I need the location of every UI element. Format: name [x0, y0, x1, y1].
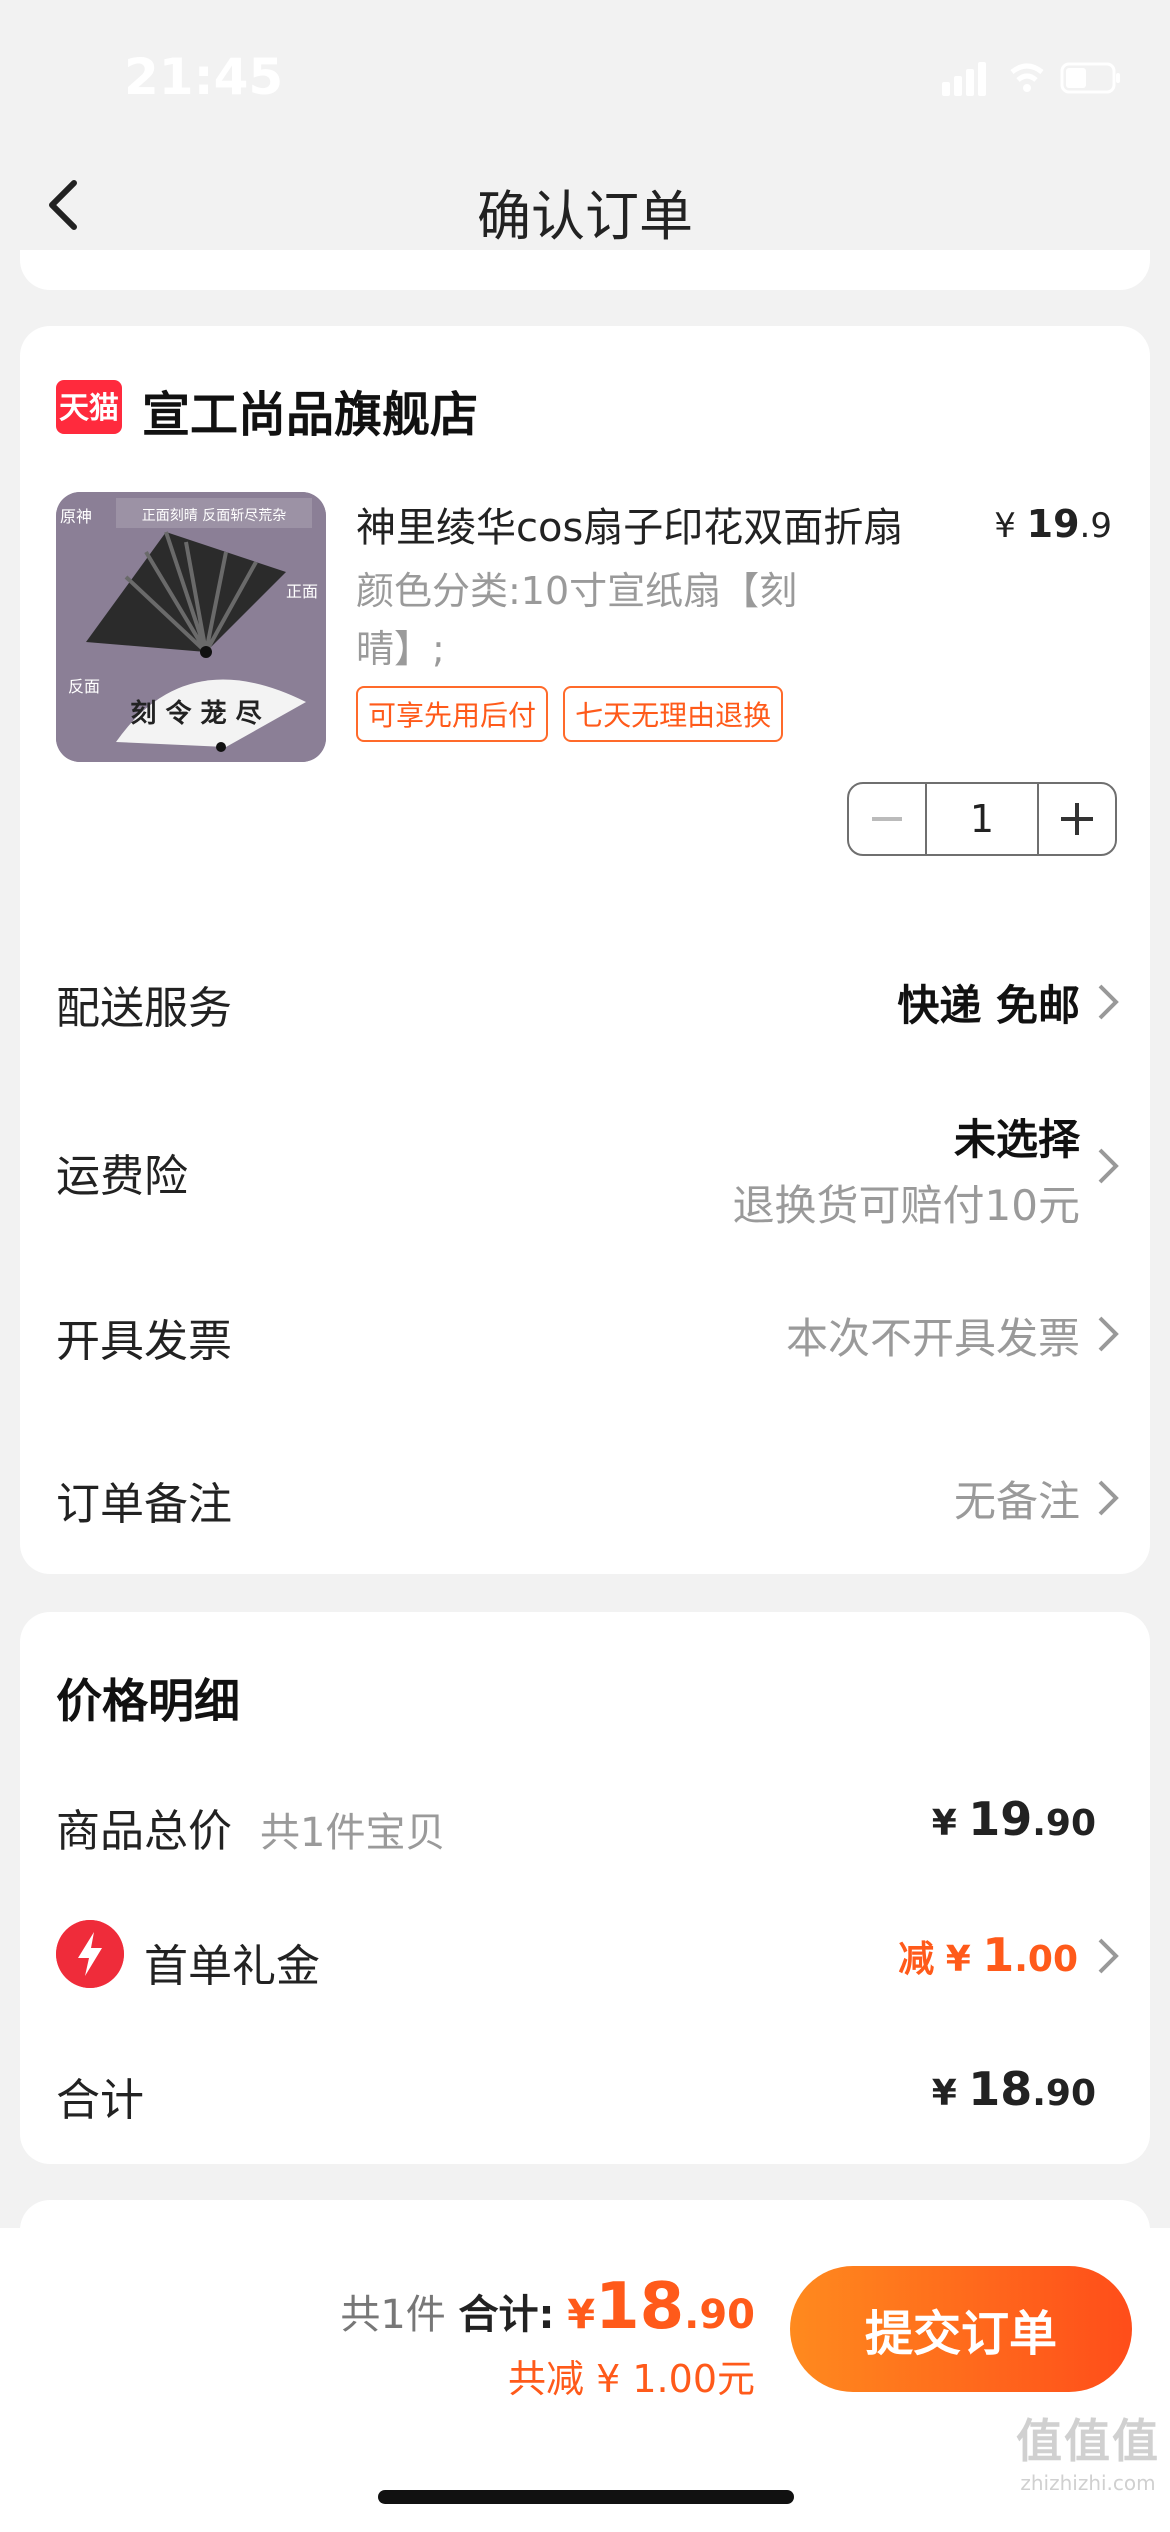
image-top-text: 正面刻晴 反面斩尽荒杂: [142, 508, 286, 524]
remark-label: 订单备注: [56, 1479, 232, 1530]
quantity-value[interactable]: 1: [925, 784, 1039, 854]
goods-total-label: 商品总价 共1件宝贝: [56, 1806, 446, 1857]
insurance-label: 运费险: [56, 1151, 188, 1202]
svg-text:刻 令 茏 尽: 刻 令 茏 尽: [130, 698, 262, 729]
bottom-total: 共1件 合计: ¥18.90: [340, 2270, 755, 2344]
page-title: 确认订单: [477, 185, 693, 248]
tmall-logo: 天猫: [56, 380, 122, 434]
product-tags: 可享先用后付 七天无理由退换: [356, 686, 793, 742]
product-spec[interactable]: 颜色分类:10寸宣纸扇【刻晴】;: [356, 562, 876, 678]
lightning-icon: [56, 1920, 124, 1988]
bottom-discount: 共减 ¥ 1.00元: [508, 2357, 755, 2401]
image-front-text: 正面: [286, 582, 318, 601]
increase-button[interactable]: [1039, 784, 1115, 854]
delivery-label: 配送服务: [56, 983, 232, 1034]
product-title[interactable]: 神里绫华cos扇子印花双面折扇: [356, 495, 903, 553]
total-label: 合计: [56, 2075, 144, 2126]
shop-name[interactable]: 宣工尚品旗舰店: [142, 375, 478, 445]
home-indicator[interactable]: [378, 2490, 794, 2504]
quantity-stepper: 1: [847, 782, 1117, 856]
insurance-value[interactable]: 未选择: [954, 1106, 1080, 1167]
first-order-amount[interactable]: 减 ¥ 1.00: [898, 1928, 1078, 1982]
image-back-text: 反面: [68, 677, 100, 696]
tag-seven-day-return: 七天无理由退换: [563, 686, 784, 742]
product-price: ¥ 19.9: [994, 502, 1112, 546]
submit-order-button[interactable]: 提交订单: [790, 2266, 1132, 2392]
goods-count: 共1件宝贝: [260, 1810, 446, 1856]
invoice-value[interactable]: 本次不开具发票: [786, 1305, 1080, 1366]
image-game-text: 原神: [60, 507, 92, 526]
chevron-right-icon[interactable]: [1096, 1314, 1120, 1354]
status-time: 21:45: [124, 48, 284, 106]
product-image[interactable]: 正面刻晴 反面斩尽荒杂 原神 刻 令 茏 尽 正面 反面: [56, 492, 326, 762]
remark-value[interactable]: 无备注: [954, 1468, 1080, 1529]
insurance-subtext: 退换货可赔付10元: [732, 1181, 1080, 1230]
tag-pay-later: 可享先用后付: [356, 686, 549, 742]
price-detail-title: 价格明细: [56, 1674, 240, 1728]
status-icons: [942, 62, 1120, 96]
first-order-label: 首单礼金: [144, 1941, 320, 1992]
chevron-right-icon[interactable]: [1096, 1478, 1120, 1518]
chevron-right-icon[interactable]: [1096, 982, 1120, 1022]
delivery-value[interactable]: 快递 免邮: [897, 972, 1080, 1033]
chevron-right-icon[interactable]: [1096, 1146, 1120, 1186]
total-amount: ¥ 18.90: [931, 2062, 1096, 2116]
goods-total-amount: ¥ 19.90: [931, 1792, 1096, 1846]
invoice-label: 开具发票: [56, 1316, 232, 1367]
decrease-button[interactable]: [849, 784, 925, 854]
chevron-right-icon[interactable]: [1096, 1936, 1120, 1976]
watermark: 值值值 zhizhizhi.com: [1016, 2414, 1160, 2495]
previous-card-edge: [20, 250, 1150, 290]
